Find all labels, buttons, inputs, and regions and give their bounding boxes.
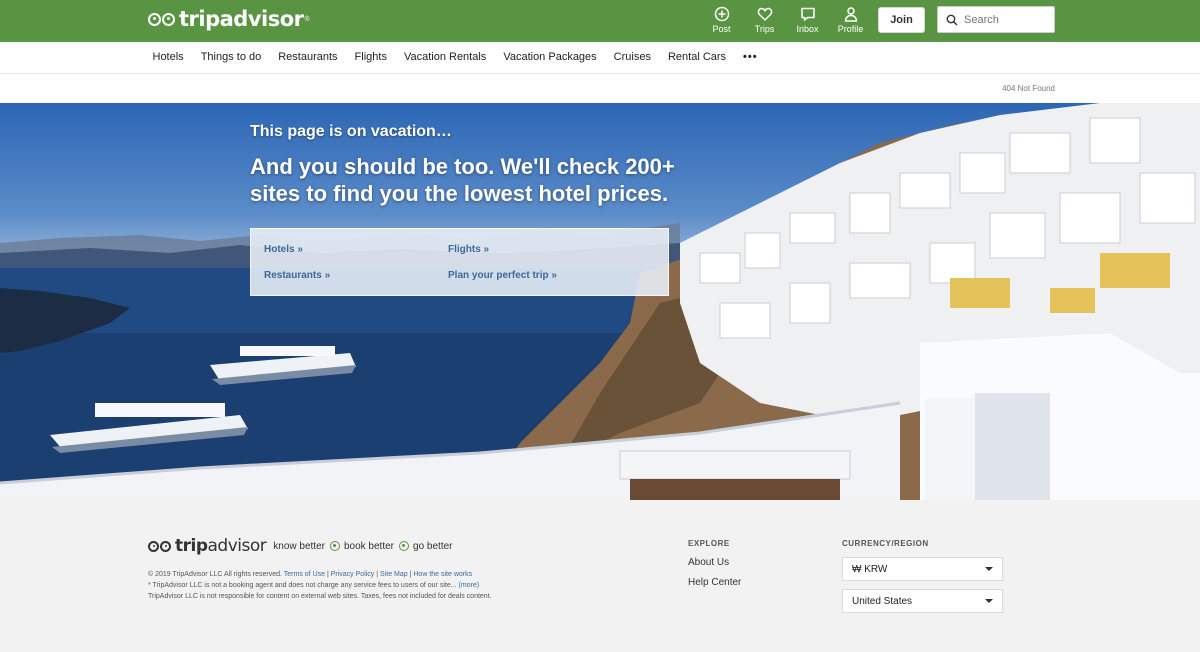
nav-flights[interactable]: Flights (346, 51, 395, 63)
hero-subtitle: And you should be too. We'll check 200+ … (250, 154, 675, 206)
explore-heading: EXPLORE (688, 539, 730, 548)
currency-region-column: CURRENCY/REGION ₩ KRW United States (842, 539, 1003, 613)
privacy-link[interactable]: Privacy Policy (331, 571, 375, 578)
inbox-button[interactable]: Inbox (786, 6, 829, 34)
caret-down-icon (985, 599, 993, 603)
footer-logo[interactable]: tripadvisor know better book better go b… (148, 536, 453, 556)
hero-links-panel: Hotels » Flights » Restaurants » Plan yo… (250, 228, 669, 296)
top-header: tripadvisor ® Post Trips Inbox Profile J… (0, 0, 1200, 42)
owl-eyes-icon (148, 540, 172, 552)
bullet-circle-icon (329, 541, 340, 551)
how-site-works-link[interactable]: How the site works (413, 571, 472, 578)
hero-title: This page is on vacation… (250, 123, 452, 140)
tripadvisor-logo[interactable]: tripadvisor ® (148, 7, 310, 31)
tagline-know-better: know better (273, 540, 325, 552)
more-link[interactable]: (more) (459, 582, 480, 589)
inbox-label: Inbox (796, 24, 819, 34)
region-value: United States (852, 595, 913, 607)
trips-label: Trips (754, 24, 775, 34)
breadcrumb-bar: 404 Not Found (0, 74, 1200, 103)
terms-link[interactable]: Terms of Use (284, 571, 325, 578)
restaurants-link[interactable]: Restaurants » (264, 270, 330, 281)
legal-text: © 2019 TripAdvisor LLC All rights reserv… (148, 569, 568, 602)
sitemap-link[interactable]: Site Map (380, 571, 408, 578)
caret-down-icon (985, 567, 993, 571)
nav-things-to-do[interactable]: Things to do (192, 51, 270, 63)
join-button[interactable]: Join (878, 7, 925, 33)
nav-vacation-packages[interactable]: Vacation Packages (495, 51, 605, 63)
footer-logo-text: tripadvisor (175, 536, 267, 556)
hero-banner: This page is on vacation… And you should… (0, 103, 1200, 500)
owl-eyes-icon (148, 12, 176, 26)
region-select[interactable]: United States (842, 589, 1003, 613)
about-us-link[interactable]: About Us (688, 557, 741, 568)
footer: tripadvisor know better book better go b… (0, 500, 1200, 652)
nav-vacation-rentals[interactable]: Vacation Rentals (395, 51, 494, 63)
nav-cruises[interactable]: Cruises (605, 51, 659, 63)
profile-label: Profile (837, 24, 864, 34)
bullet-circle-icon (399, 541, 410, 551)
flights-link[interactable]: Flights » (448, 244, 489, 255)
tagline: know better book better go better (273, 541, 452, 552)
tagline-book-better: book better (343, 540, 395, 552)
disclaimer-line-2: TripAdvisor LLC is not responsible for c… (148, 593, 492, 600)
breadcrumb: 404 Not Found (1002, 84, 1055, 93)
post-label: Post (712, 24, 731, 34)
help-center-link[interactable]: Help Center (688, 577, 741, 588)
currency-value: ₩ KRW (852, 563, 888, 575)
nav-rental-cars[interactable]: Rental Cars (659, 51, 734, 63)
nav-restaurants[interactable]: Restaurants (270, 51, 346, 63)
post-icon (714, 6, 729, 22)
post-button[interactable]: Post (700, 6, 743, 34)
currency-heading: CURRENCY/REGION (842, 539, 929, 548)
search-input[interactable] (964, 13, 1054, 26)
profile-button[interactable]: Profile (829, 6, 872, 34)
currency-select[interactable]: ₩ KRW (842, 557, 1003, 581)
category-nav: Hotels Things to do Restaurants Flights … (0, 42, 1200, 74)
nav-hotels[interactable]: Hotels (144, 51, 192, 63)
trips-button[interactable]: Trips (743, 6, 786, 34)
search-icon (946, 14, 958, 25)
tagline-go-better: go better (413, 540, 453, 552)
header-nav: Post Trips Inbox Profile (700, 6, 872, 34)
hotels-link[interactable]: Hotels » (264, 244, 303, 255)
disclaimer-line: * TripAdvisor LLC is not a booking agent… (148, 582, 459, 589)
logo-text: tripadvisor (179, 7, 304, 31)
inbox-icon (800, 7, 815, 21)
explore-column: EXPLORE About Us Help Center (688, 539, 741, 588)
registered-mark: ® (304, 15, 310, 23)
search-box[interactable] (937, 6, 1055, 33)
profile-icon (844, 7, 857, 22)
plan-trip-link[interactable]: Plan your perfect trip » (448, 270, 557, 281)
heart-icon (757, 7, 772, 22)
copyright: © 2019 TripAdvisor LLC All rights reserv… (148, 571, 282, 578)
more-icon[interactable]: ••• (735, 51, 767, 63)
